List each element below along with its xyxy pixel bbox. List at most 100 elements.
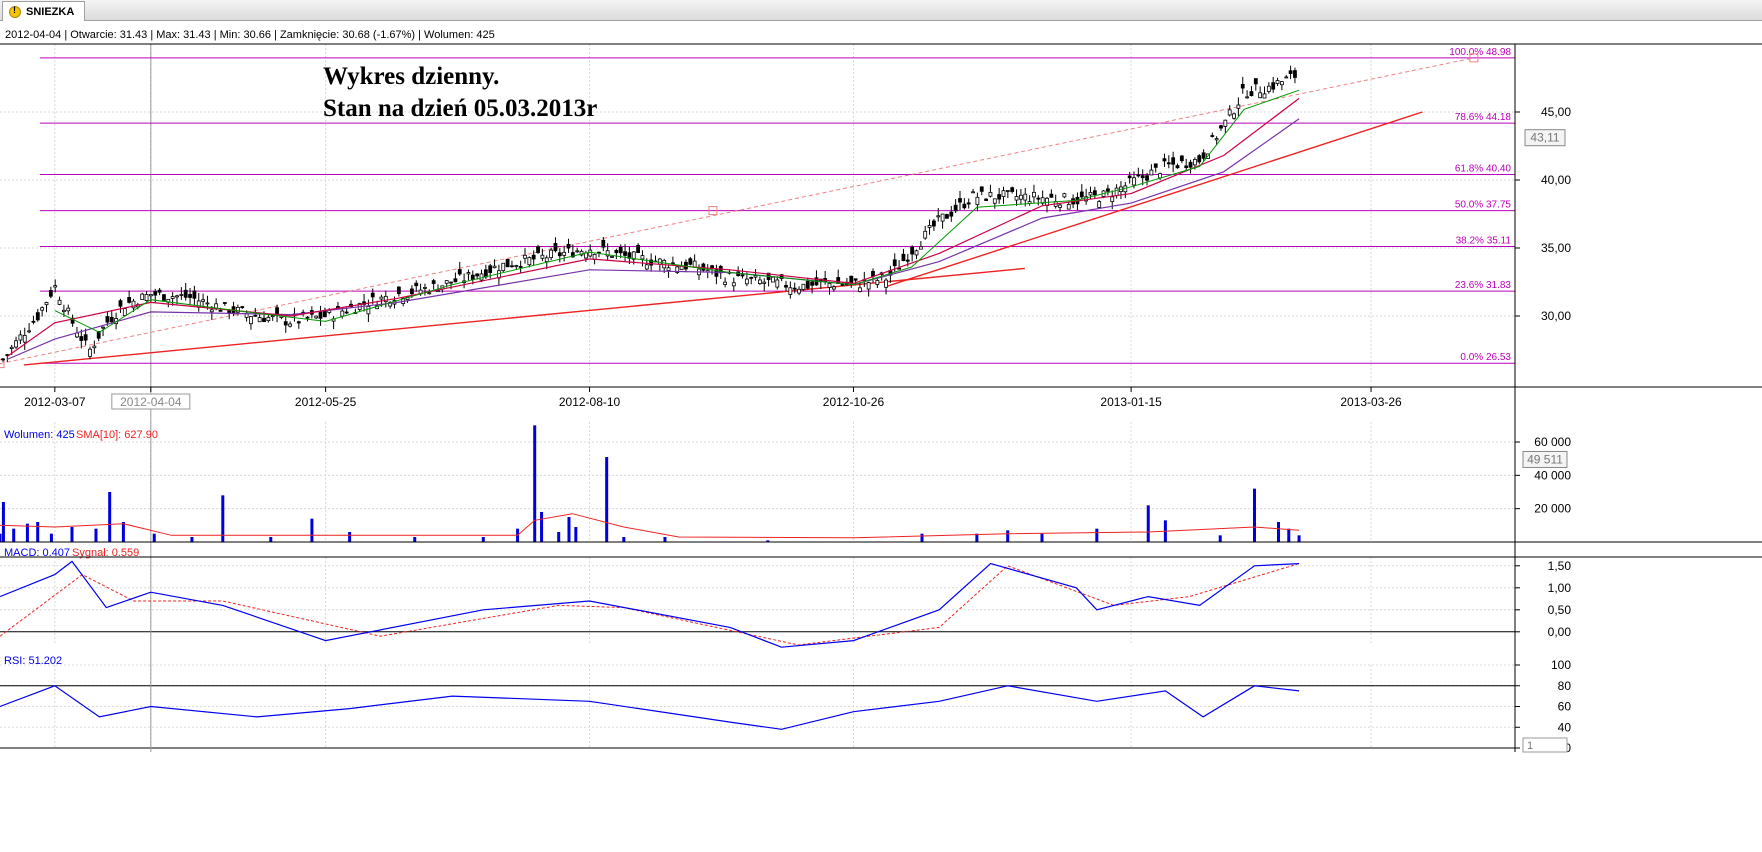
candle-body bbox=[984, 198, 988, 201]
candle-body bbox=[723, 281, 727, 285]
candle-body bbox=[1275, 80, 1280, 84]
sma-long-line bbox=[6, 118, 1300, 361]
volume-bar bbox=[348, 532, 352, 542]
candle-body bbox=[53, 285, 58, 288]
candle-body bbox=[1136, 174, 1141, 177]
volume-bar bbox=[663, 537, 667, 542]
fib-level-label: 23.6% 31.83 bbox=[1455, 280, 1512, 291]
candle-body bbox=[518, 266, 523, 268]
candle-body bbox=[840, 283, 845, 286]
candle-body bbox=[262, 317, 266, 323]
volume-bar bbox=[481, 537, 485, 542]
candle-body bbox=[1262, 93, 1267, 99]
candle-body bbox=[553, 243, 558, 252]
candle-body bbox=[945, 214, 949, 219]
volume-bar bbox=[1276, 522, 1280, 542]
volume-bar bbox=[310, 518, 314, 542]
candle-body bbox=[201, 299, 206, 302]
last-volume-label: 49 511 bbox=[1527, 452, 1563, 466]
trendline bbox=[23, 267, 1025, 366]
candle-body bbox=[1127, 175, 1132, 179]
candle-body bbox=[1184, 165, 1189, 168]
candle-body bbox=[1097, 201, 1102, 208]
candle-body bbox=[971, 191, 975, 194]
candle-body bbox=[540, 254, 545, 259]
candle-body bbox=[370, 292, 375, 298]
candle-body bbox=[127, 297, 132, 303]
candle-body bbox=[179, 294, 184, 296]
volume-bar bbox=[1287, 528, 1291, 542]
candle-body bbox=[1193, 159, 1197, 166]
candle-body bbox=[1110, 196, 1115, 203]
candle-body bbox=[505, 258, 510, 268]
candle-body bbox=[57, 299, 62, 305]
stock-chart[interactable]: 100.0% 48.98 78.6% 44.18 61.8% 40.40 50.0% … bbox=[0, 21, 1762, 852]
tab-sniezka[interactable]: SNIEZKA bbox=[2, 1, 86, 21]
candle-body bbox=[188, 294, 192, 298]
candle-body bbox=[1227, 109, 1232, 116]
candle-body bbox=[257, 317, 262, 323]
candle-body bbox=[1197, 155, 1202, 163]
signal-line bbox=[0, 563, 1300, 646]
price-y-tick-label: 30,00 bbox=[1541, 309, 1571, 323]
candle-body bbox=[296, 321, 301, 324]
candle-body bbox=[396, 286, 401, 295]
candle-body bbox=[510, 265, 514, 268]
volume-sma-label: SMA[10]: 627.90 bbox=[76, 429, 158, 441]
candle-body bbox=[314, 315, 319, 319]
candle-body bbox=[1092, 190, 1097, 196]
volume-bar bbox=[49, 533, 53, 542]
candle-body bbox=[1201, 152, 1206, 159]
candle-body bbox=[557, 252, 562, 257]
rsi-y-tick-label: 100 bbox=[1551, 658, 1571, 672]
candle-body bbox=[9, 346, 14, 349]
volume-bar bbox=[574, 527, 578, 542]
macd-y-tick-label: 0,50 bbox=[1548, 603, 1572, 617]
volume-bar bbox=[540, 512, 544, 542]
candle-body bbox=[101, 326, 105, 329]
annotation-line-1: Wykres dzienny. bbox=[323, 63, 499, 90]
candle-body bbox=[109, 316, 114, 323]
candle-body bbox=[988, 192, 993, 197]
candle-body bbox=[575, 250, 580, 253]
candle-body bbox=[1166, 162, 1171, 165]
candle-body bbox=[871, 271, 875, 277]
candle-body bbox=[83, 334, 88, 341]
candle-body bbox=[266, 316, 271, 322]
x-tick-label: 2012-03-07 bbox=[24, 395, 86, 409]
candle-body bbox=[270, 315, 275, 318]
candle-body bbox=[810, 281, 814, 286]
candle-body bbox=[409, 288, 414, 295]
candle-body bbox=[488, 265, 493, 273]
candle-body bbox=[1223, 119, 1228, 127]
candle-body bbox=[1140, 175, 1145, 179]
candle-body bbox=[1145, 175, 1149, 181]
candle-body bbox=[544, 257, 549, 263]
candle-body bbox=[801, 283, 806, 290]
candle-body bbox=[66, 307, 71, 312]
candle-body bbox=[905, 259, 910, 262]
candle-body bbox=[18, 334, 23, 341]
volume-bar bbox=[12, 528, 16, 542]
candle-body bbox=[1001, 190, 1006, 197]
volume-bar bbox=[1006, 530, 1010, 542]
volume-bar bbox=[70, 527, 74, 542]
candle-body bbox=[79, 336, 84, 341]
candle-body bbox=[322, 310, 327, 318]
candle-body bbox=[618, 246, 623, 254]
info-line: 2012-04-04 | Otwarcie: 31.43 | Max: 31.4… bbox=[5, 29, 495, 41]
candle-body bbox=[1032, 191, 1036, 198]
sma-short-line bbox=[54, 89, 1300, 333]
candle-body bbox=[827, 282, 832, 288]
volume-bar bbox=[557, 532, 561, 542]
fib-level-label: 0.0% 26.53 bbox=[1460, 352, 1511, 363]
candle-body bbox=[205, 302, 210, 305]
candle-body bbox=[1079, 191, 1084, 198]
candle-body bbox=[918, 246, 923, 250]
volume-bar bbox=[622, 537, 626, 542]
candle-body bbox=[884, 279, 888, 288]
candle-body bbox=[1240, 83, 1245, 89]
volume-bar bbox=[1146, 505, 1150, 542]
rsi-line bbox=[0, 685, 1300, 730]
candle-body bbox=[949, 211, 954, 217]
